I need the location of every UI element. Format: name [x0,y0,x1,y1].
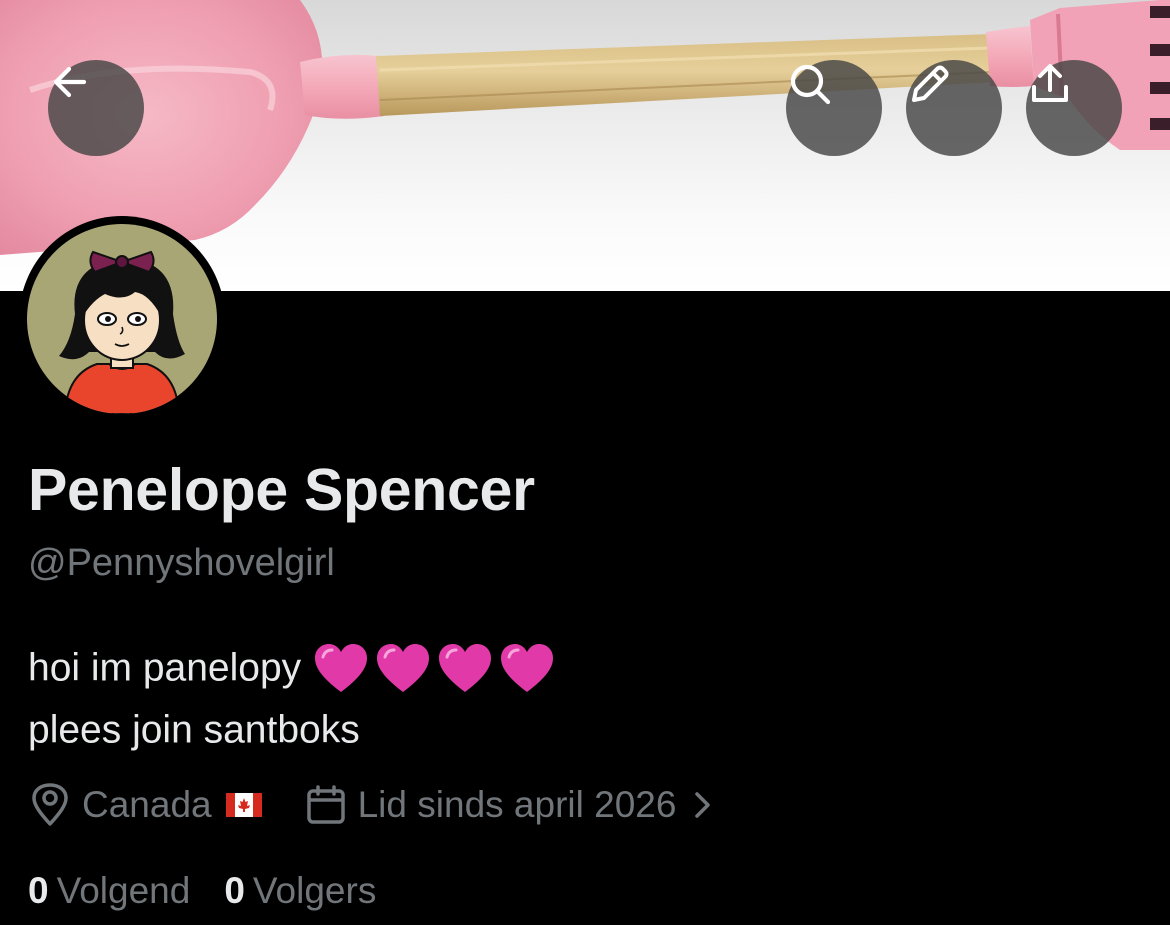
edit-profile-button[interactable] [906,60,1002,156]
followers-label: Volgers [252,870,377,911]
search-icon [790,64,831,105]
followers-link[interactable]: 0 Volgers [224,870,376,912]
bio-text: hoi im panelopy [28,646,302,690]
back-button[interactable] [48,60,144,156]
arrow-left-icon [53,66,87,98]
chevron-right-icon [695,792,711,818]
bio-line: plees join santboks [28,698,555,760]
location-pin-icon [32,783,68,826]
share-button[interactable] [1026,60,1122,156]
pencil-icon [912,65,949,102]
pink-heart-icon [377,643,430,692]
followers-count: 0 [224,870,245,911]
pink-heart-icon [315,643,368,692]
following-label: Volgend [56,870,191,911]
avatar[interactable] [19,216,225,422]
location-text: Canada [82,784,212,825]
search-button[interactable] [786,60,882,156]
following-count: 0 [28,870,49,911]
joined-text: Lid sinds april 2026 [357,784,677,825]
follow-stats: 0 Volgend 0 Volgers [28,866,376,916]
username-handle: @Pennyshovelgirl [28,542,335,584]
pink-heart-icon [501,643,554,692]
display-name: Penelope Spencer [28,457,535,523]
location: Canada [30,783,262,827]
profile-meta: Canada Lid sinds april 2026 [30,780,714,830]
joined-date[interactable]: Lid sinds april 2026 [306,784,715,826]
profile-bio: hoi im panelopy plees join santboks [28,636,555,760]
calendar-icon [306,785,345,824]
following-link[interactable]: 0 Volgend [28,870,190,912]
share-icon [1032,64,1068,102]
bio-line: hoi im panelopy [28,636,555,698]
pink-heart-icon [439,643,492,692]
bio-text: plees join santboks [28,708,360,752]
bio-hearts [313,643,555,695]
canada-flag-icon [225,793,262,817]
avatar-image [27,224,217,414]
